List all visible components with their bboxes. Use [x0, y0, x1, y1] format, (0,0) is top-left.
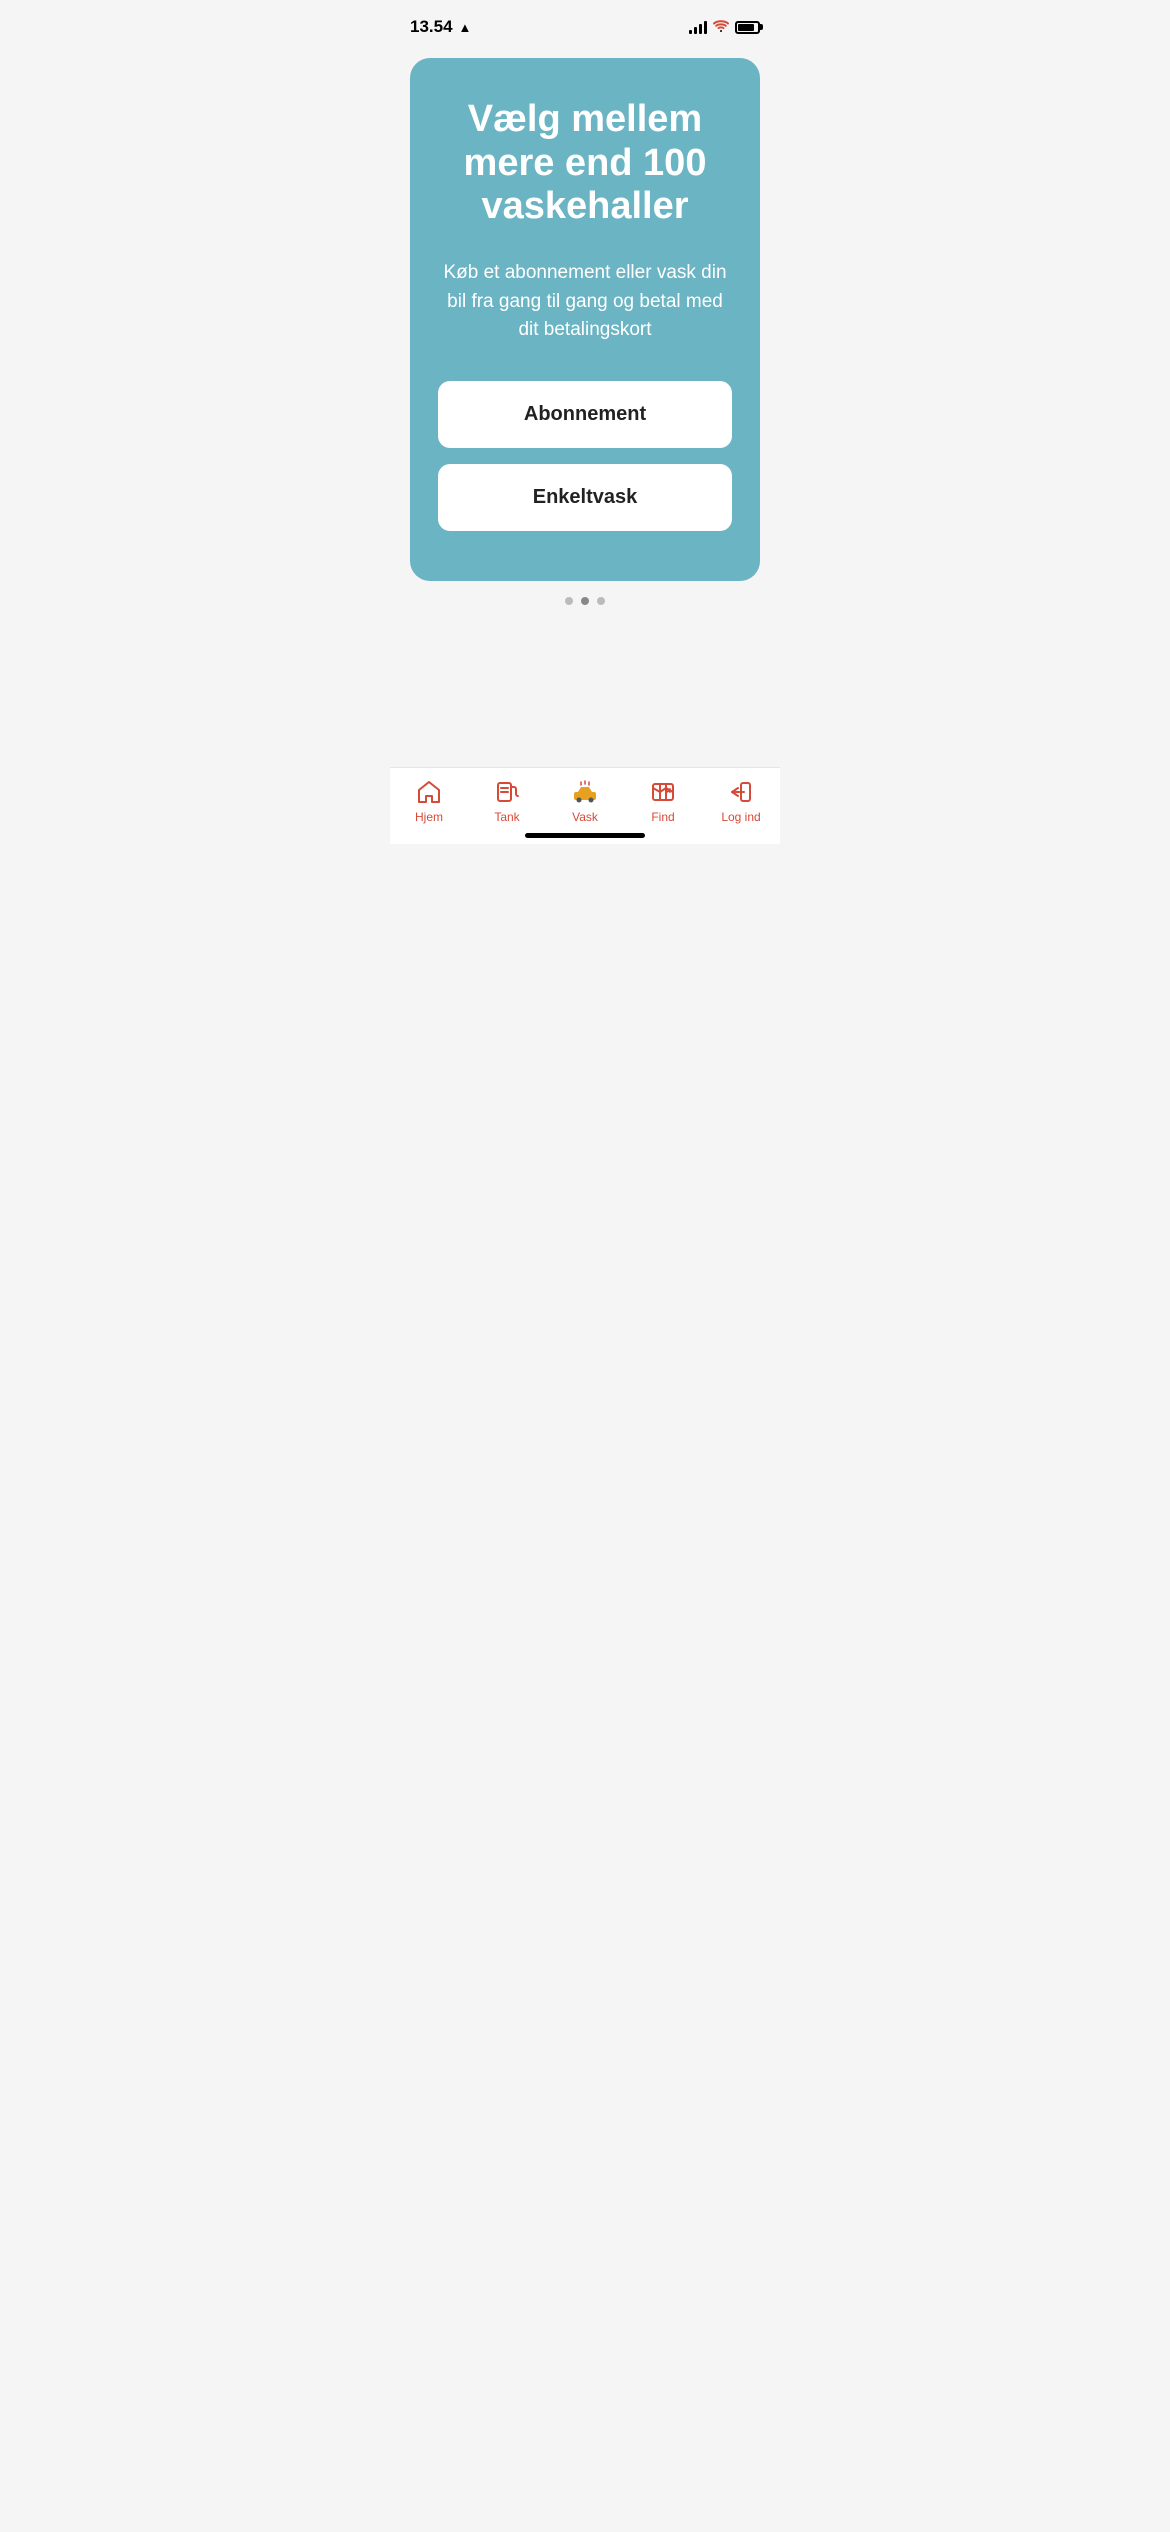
card-subtitle: Køb et abonnement eller vask din bil fra…: [438, 259, 732, 345]
abonnement-button[interactable]: Abonnement: [438, 381, 732, 448]
nav-item-find[interactable]: Find: [633, 778, 693, 824]
nav-label-log-ind: Log ind: [721, 810, 760, 824]
battery-icon: [735, 21, 760, 34]
wifi-icon: [713, 19, 729, 36]
promo-card: Vælg mellem mere end 100 vaskehaller Køb…: [410, 58, 760, 581]
time-text: 13.54: [410, 17, 453, 37]
status-icons: [689, 19, 760, 36]
gas-icon: [493, 778, 521, 806]
signal-bars-icon: [689, 20, 707, 34]
pagination-dots: [565, 597, 605, 605]
enkeltvask-button[interactable]: Enkeltvask: [438, 464, 732, 531]
nav-label-tank: Tank: [494, 810, 519, 824]
nav-item-tank[interactable]: Tank: [477, 778, 537, 824]
status-time: 13.54 ▲: [410, 17, 471, 37]
home-icon: [415, 778, 443, 806]
status-bar: 13.54 ▲: [390, 0, 780, 48]
dot-1: [565, 597, 573, 605]
card-title: Vælg mellem mere end 100 vaskehaller: [438, 98, 732, 229]
nav-item-vask[interactable]: Vask: [555, 778, 615, 824]
nav-item-hjem[interactable]: Hjem: [399, 778, 459, 824]
nav-item-log-ind[interactable]: Log ind: [711, 778, 771, 824]
main-content: Vælg mellem mere end 100 vaskehaller Køb…: [390, 48, 780, 625]
car-wash-icon: [571, 778, 599, 806]
dot-3: [597, 597, 605, 605]
nav-label-vask: Vask: [572, 810, 598, 824]
map-icon: [649, 778, 677, 806]
nav-label-find: Find: [651, 810, 674, 824]
login-icon: [727, 778, 755, 806]
dot-2: [581, 597, 589, 605]
home-bar: [525, 833, 645, 838]
nav-label-hjem: Hjem: [415, 810, 443, 824]
location-icon: ▲: [459, 20, 472, 35]
